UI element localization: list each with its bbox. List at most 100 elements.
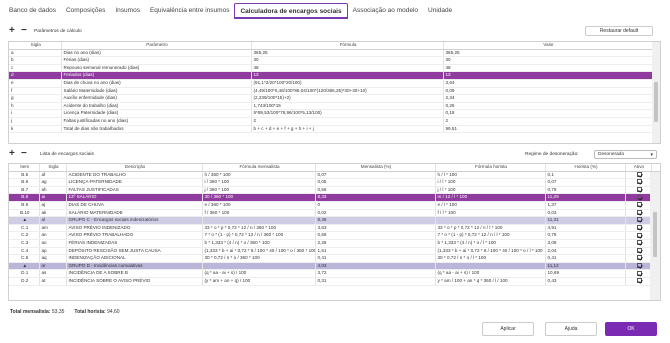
encargos-scrollbar[interactable] (650, 172, 660, 300)
param-valor: 13 (443, 71, 653, 80)
param-formula: 30 (251, 56, 444, 65)
encargo-formula-horista: 33 * o * p * 0,72 * 12 / n / l * 100 (435, 224, 546, 233)
regime-select[interactable]: Desonerado ▾ (594, 150, 657, 159)
encargo-item: B.5 (9, 171, 40, 180)
encargo-row[interactable]: B.6 ag LICENÇA-PATERNIDADE i / 360 * 100 0,0… (9, 178, 660, 187)
ativo-checkbox[interactable] (636, 278, 642, 284)
param-row[interactable]: e Dias de chuva no ano (dias) (91,1*2/20*1… (9, 79, 660, 88)
encargos-scroll-thumb[interactable] (653, 212, 657, 257)
encargo-horista: 4,91 (545, 224, 626, 233)
tab-6[interactable]: Unidade (423, 3, 457, 19)
add-param-icon[interactable]: + (9, 26, 15, 36)
tab-0[interactable]: Banco de dados (4, 3, 61, 19)
remove-encargo-icon[interactable]: − (21, 149, 27, 159)
encargo-formula-mensalista (202, 216, 316, 225)
encargo-row[interactable]: C.3 ao FÉRIAS INDENIZADAS b * 1,333 * (4 / … (9, 239, 660, 248)
ativo-checkbox[interactable] (636, 232, 642, 238)
ativo-checkbox[interactable] (636, 209, 642, 215)
param-valor: 365,25 (443, 49, 653, 58)
encargo-item: C.1 (9, 224, 40, 233)
restore-default-button[interactable]: Restaurar default (585, 26, 653, 36)
encargo-row[interactable]: D.2 at INCIDÊNCIA SOBRE O AVISO PRÉVIO (y *… (9, 277, 660, 286)
ativo-checkbox[interactable] (636, 217, 642, 223)
param-row[interactable]: g Auxílio enfermidade (dias) (2,239/100*15… (9, 94, 660, 103)
param-param: Acidente do trabalho (dias) (61, 102, 252, 111)
param-row[interactable]: b Férias (dias) 30 30 (9, 56, 660, 65)
encargo-formula-mensalista: (q * aa - ai + s) / 100 (202, 269, 316, 278)
encargo-item: B.7 (9, 186, 40, 195)
ativo-checkbox[interactable] (636, 263, 642, 268)
param-row[interactable]: h Acidente do trabalho (dias) 1,743/100*15… (9, 102, 660, 111)
ativo-checkbox[interactable] (636, 179, 642, 185)
encargo-sigla: at (39, 277, 67, 286)
ativo-checkbox[interactable] (636, 187, 642, 193)
encargo-row[interactable]: B.7 ah FALTAS JUSTIFICADAS j / 360 * 100 0,5… (9, 186, 660, 195)
param-valor: 2 (443, 117, 653, 126)
tab-5[interactable]: Associação ao modelo (348, 3, 423, 19)
params-scroll-thumb[interactable] (654, 82, 658, 122)
ativo-checkbox[interactable] (636, 270, 642, 276)
encargos-col-header: Horista (%) (545, 164, 626, 172)
encargo-mensalista: 0,07 (315, 171, 436, 180)
encargo-row[interactable]: ▲ ar GRUPO D - Incidências cumulativas 4,03… (9, 262, 660, 271)
encargo-row[interactable]: D.1 as INCIDÊNCIA DE A SOBRE B (q * aa - ai… (9, 269, 660, 278)
help-button[interactable]: Ajuda (545, 322, 597, 336)
param-row[interactable]: d Feriados (dias) 13 13 (9, 71, 660, 80)
ativo-checkbox[interactable] (636, 247, 642, 253)
encargo-ativo (625, 269, 652, 278)
ativo-checkbox[interactable] (636, 194, 642, 200)
param-sigla: f (9, 87, 62, 96)
tab-4[interactable]: Calculadora de encargos sociais (234, 3, 348, 19)
encargo-row[interactable]: C.4 ap DEPÓSITO RESCISÃO SEM JUSTA CAUSA (1… (9, 247, 660, 256)
tab-1[interactable]: Composições (61, 3, 110, 19)
param-row[interactable]: c Repouso semanal remunerado (dias) 48 48 (9, 64, 660, 73)
remove-param-icon[interactable]: − (21, 26, 27, 36)
encargo-item: C.2 (9, 231, 40, 240)
encargo-sigla: as (39, 269, 67, 278)
encargo-sigla: aq (39, 254, 67, 263)
encargo-formula-horista: j / l * 100 (435, 186, 546, 195)
param-row[interactable]: k Total de dias não trabalhados b + c + d … (9, 125, 660, 134)
param-row[interactable]: i Licença Paternidade (dias) 5*89,53/100*7… (9, 109, 660, 118)
ativo-checkbox[interactable] (636, 225, 642, 231)
param-row[interactable]: f Salário Maternidade (dias) (4,49/100*0,4… (9, 87, 660, 96)
param-sigla: i (9, 109, 62, 118)
param-valor: 0,09 (443, 87, 653, 96)
param-row[interactable]: a Dias no ano (dias) 365,25 365,25 (9, 49, 660, 58)
ok-button[interactable]: OK (605, 322, 657, 336)
ativo-checkbox[interactable] (636, 202, 642, 208)
param-row[interactable]: j Faltas justificadas no ano (dias) 2 2 (9, 117, 660, 126)
encargo-mensalista: 4,03 (315, 262, 436, 271)
add-encargo-icon[interactable]: + (9, 149, 15, 159)
param-sigla: j (9, 117, 62, 126)
param-param: Feriados (dias) (61, 71, 252, 80)
apply-button[interactable]: Aplicar (482, 322, 534, 336)
encargo-row[interactable]: ▲ al GRUPO C - Encargos sociais indenizató… (9, 216, 660, 225)
encargos-table: Item Sigla Descrição Fórmula mensalista Mens… (8, 163, 661, 301)
encargo-row[interactable]: B.8 ai 13º SALÁRIO 30 / 360 * 100 8,33 m / 12… (9, 193, 660, 202)
param-param: Auxílio enfermidade (dias) (61, 94, 252, 103)
collapse-toggle-icon[interactable]: ▲ (22, 263, 27, 268)
params-scrollbar[interactable] (652, 42, 660, 143)
ativo-checkbox[interactable] (636, 240, 642, 246)
encargo-sigla: al (39, 216, 67, 225)
total-mensalista-label: Total mensalista: (10, 309, 51, 315)
collapse-toggle-icon[interactable]: ▲ (22, 217, 27, 222)
encargo-row[interactable]: C.5 aq INDENIZAÇÃO ADICIONAL 30 * 0,72 / n … (9, 254, 660, 263)
encargo-descricao: INCIDÊNCIA DE A SOBRE B (66, 269, 203, 278)
tab-3[interactable]: Equivalência entre insumos (145, 3, 235, 19)
encargo-ativo (625, 209, 652, 218)
ativo-checkbox[interactable] (636, 255, 642, 261)
encargo-formula-horista (435, 216, 546, 225)
encargo-mensalista: 8,36 (315, 216, 436, 225)
encargo-sigla: ah (39, 186, 67, 195)
encargo-row[interactable]: B.5 af ACIDENTE DO TRABALHO h / 360 * 100 0,… (9, 171, 660, 180)
encargo-row[interactable]: B.9 aj DIAS DE CHUVA e / 360 * 100 0 e / l * … (9, 201, 660, 210)
encargos-col-header: Sigla (39, 164, 67, 172)
ativo-checkbox[interactable] (636, 171, 642, 177)
tab-2[interactable]: Insumos (110, 3, 145, 19)
encargo-sigla: ao (39, 239, 67, 248)
encargo-row[interactable]: C.1 am AVISO PRÉVIO INDENIZADO 33 * o * p *… (9, 224, 660, 233)
encargo-row[interactable]: C.2 an AVISO PRÉVIO TRABALHADO 7 * o * (1 -… (9, 231, 660, 240)
encargo-row[interactable]: B.10 ak SALÁRIO MATERNIDADE f / 360 * 100 0,… (9, 209, 660, 218)
